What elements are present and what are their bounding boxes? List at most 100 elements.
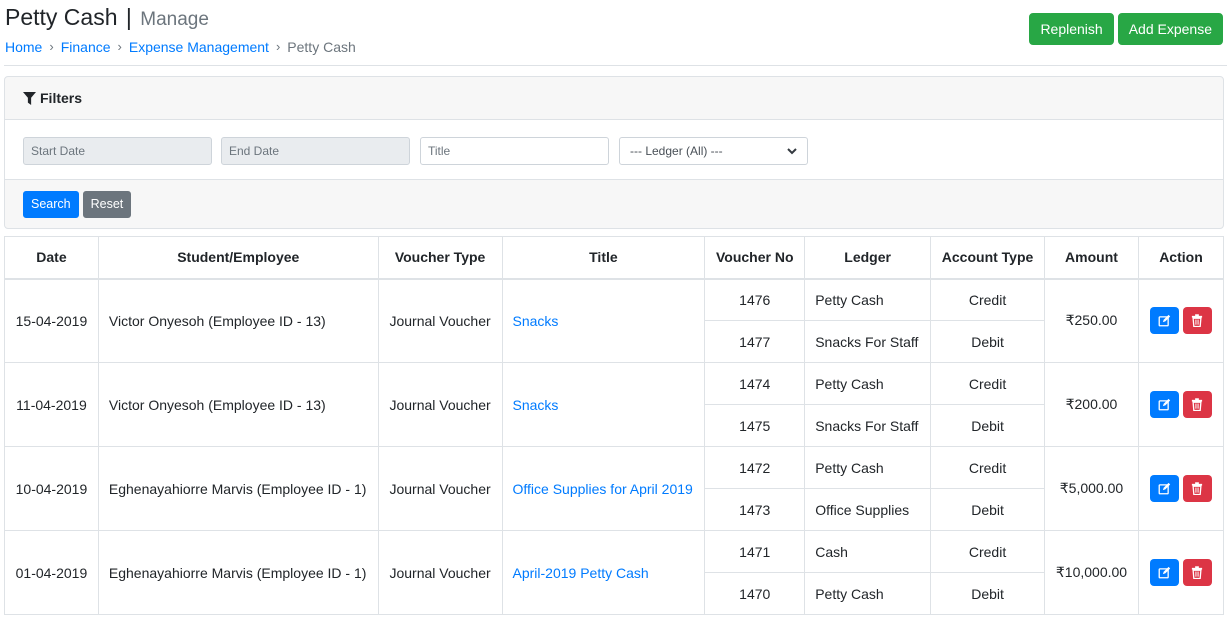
title-separator: |: [125, 4, 132, 30]
column-header-ledger[interactable]: Ledger: [804, 236, 932, 280]
cell-ledger: Petty Cash: [804, 572, 932, 615]
chevron-down-icon: [787, 148, 797, 155]
filters-footer: Search Reset: [5, 180, 1223, 228]
breadcrumb-separator: ›: [117, 39, 122, 54]
cell-voucher-no: 1471: [704, 530, 806, 573]
cell-voucher-no: 1474: [704, 362, 806, 405]
expenses-table: Date Student/Employee Voucher Type Title…: [4, 236, 1225, 615]
edit-icon: [1158, 566, 1171, 579]
edit-button[interactable]: [1149, 391, 1179, 418]
end-date-input[interactable]: [221, 137, 410, 165]
filters-body: --- Ledger (All) ---: [5, 120, 1223, 180]
cell-person: Victor Onyesoh (Employee ID - 13): [97, 362, 379, 447]
edit-button[interactable]: [1149, 559, 1179, 586]
cell-voucher-type: Journal Voucher: [377, 446, 503, 531]
cell-amount: ₹10,000.00: [1044, 530, 1139, 615]
cell-ledger: Snacks For Staff: [804, 404, 932, 447]
ledger-select-value: --- Ledger (All) ---: [630, 144, 723, 158]
cell-voucher-type: Journal Voucher: [377, 530, 503, 615]
edit-icon: [1158, 315, 1171, 327]
breadcrumb: Home › Finance › Expense Management › Pe…: [5, 38, 356, 56]
column-header-student-employee[interactable]: Student/Employee: [97, 236, 379, 280]
filters-header: Filters: [5, 77, 1223, 120]
cell-voucher-type: Journal Voucher: [377, 278, 503, 363]
edit-button[interactable]: [1149, 475, 1179, 502]
page-title: Petty Cash | Manage: [5, 4, 209, 33]
cell-account-type: Credit: [930, 362, 1045, 405]
table-row: 10-04-2019 Eghenayahiorre Marvis (Employe…: [4, 446, 1225, 531]
title-link[interactable]: April-2019 Petty Cash: [513, 565, 649, 581]
search-button[interactable]: Search: [23, 190, 79, 218]
breadcrumb-separator: ›: [49, 39, 54, 54]
trash-icon: [1192, 314, 1203, 328]
title-link[interactable]: Snacks: [513, 313, 559, 329]
cell-account-type: Debit: [930, 572, 1045, 615]
column-header-voucher-type[interactable]: Voucher Type: [377, 236, 503, 280]
cell-date: 01-04-2019: [4, 530, 99, 615]
breadcrumb-home[interactable]: Home: [5, 38, 42, 56]
cell-action: [1137, 362, 1225, 447]
table-row: 15-04-2019 Victor Onyesoh (Employee ID - …: [4, 278, 1225, 363]
cell-ledger: Petty Cash: [804, 446, 932, 489]
cell-account-type: Debit: [930, 320, 1045, 363]
column-header-action: Action: [1137, 236, 1225, 280]
breadcrumb-expense-management[interactable]: Expense Management: [129, 38, 269, 56]
cell-date: 15-04-2019: [4, 278, 99, 363]
cell-account-type: Credit: [930, 446, 1045, 489]
add-expense-button[interactable]: Add Expense: [1117, 13, 1223, 45]
breadcrumb-current: Petty Cash: [287, 39, 356, 55]
delete-button[interactable]: [1182, 391, 1212, 418]
start-date-input[interactable]: [23, 137, 212, 165]
cell-date: 10-04-2019: [4, 446, 99, 531]
column-header-amount[interactable]: Amount: [1044, 236, 1139, 280]
cell-amount: ₹200.00: [1044, 362, 1139, 447]
delete-button[interactable]: [1182, 307, 1212, 335]
table-row: 11-04-2019 Victor Onyesoh (Employee ID - …: [4, 362, 1225, 447]
cell-action: [1137, 446, 1225, 531]
title-text: Petty Cash: [5, 4, 118, 30]
cell-date: 11-04-2019: [4, 362, 99, 447]
cell-voucher-type: Journal Voucher: [377, 362, 503, 447]
cell-voucher-no: 1477: [704, 320, 806, 363]
table-row: 01-04-2019 Eghenayahiorre Marvis (Employe…: [4, 530, 1225, 615]
breadcrumb-finance[interactable]: Finance: [61, 38, 111, 56]
edit-icon: [1158, 482, 1171, 495]
title-link[interactable]: Snacks: [513, 397, 559, 413]
cell-account-type: Debit: [930, 488, 1045, 531]
cell-account-type: Debit: [930, 404, 1045, 447]
filters-panel: Filters --- Ledger (All) --- Search Rese…: [4, 76, 1224, 229]
cell-voucher-no: 1470: [704, 572, 806, 615]
column-header-voucher-no[interactable]: Voucher No: [704, 236, 806, 280]
edit-icon: [1158, 398, 1171, 411]
cell-amount: ₹250.00: [1044, 278, 1139, 363]
cell-ledger: Petty Cash: [804, 278, 932, 321]
cell-voucher-no: 1473: [704, 488, 806, 531]
cell-person: Eghenayahiorre Marvis (Employee ID - 1): [97, 446, 379, 531]
cell-voucher-no: 1472: [704, 446, 806, 489]
trash-icon: [1192, 398, 1203, 411]
delete-button[interactable]: [1182, 559, 1212, 586]
trash-icon: [1192, 482, 1203, 495]
filters-heading: Filters: [40, 90, 83, 106]
cell-ledger: Snacks For Staff: [804, 320, 932, 363]
edit-button[interactable]: [1149, 307, 1179, 335]
title-input[interactable]: [420, 137, 609, 165]
cell-account-type: Credit: [930, 530, 1045, 573]
cell-ledger: Cash: [804, 530, 932, 573]
column-header-account-type[interactable]: Account Type: [930, 236, 1045, 280]
reset-button[interactable]: Reset: [82, 190, 132, 218]
cell-action: [1137, 278, 1225, 363]
ledger-select[interactable]: --- Ledger (All) ---: [619, 137, 808, 165]
replenish-button[interactable]: Replenish: [1029, 13, 1114, 45]
header-actions: Replenish Add Expense: [1029, 13, 1223, 45]
trash-icon: [1192, 566, 1203, 579]
page-header: Petty Cash | Manage Home › Finance › Exp…: [4, 0, 1227, 66]
cell-voucher-no: 1476: [704, 278, 806, 321]
cell-action: [1137, 530, 1225, 615]
column-header-date[interactable]: Date: [4, 236, 99, 280]
column-header-title[interactable]: Title: [501, 236, 706, 280]
breadcrumb-separator: ›: [275, 39, 281, 54]
delete-button[interactable]: [1182, 475, 1212, 502]
title-link[interactable]: Office Supplies for April 2019: [513, 481, 693, 497]
page-subtitle: Manage: [140, 9, 209, 30]
